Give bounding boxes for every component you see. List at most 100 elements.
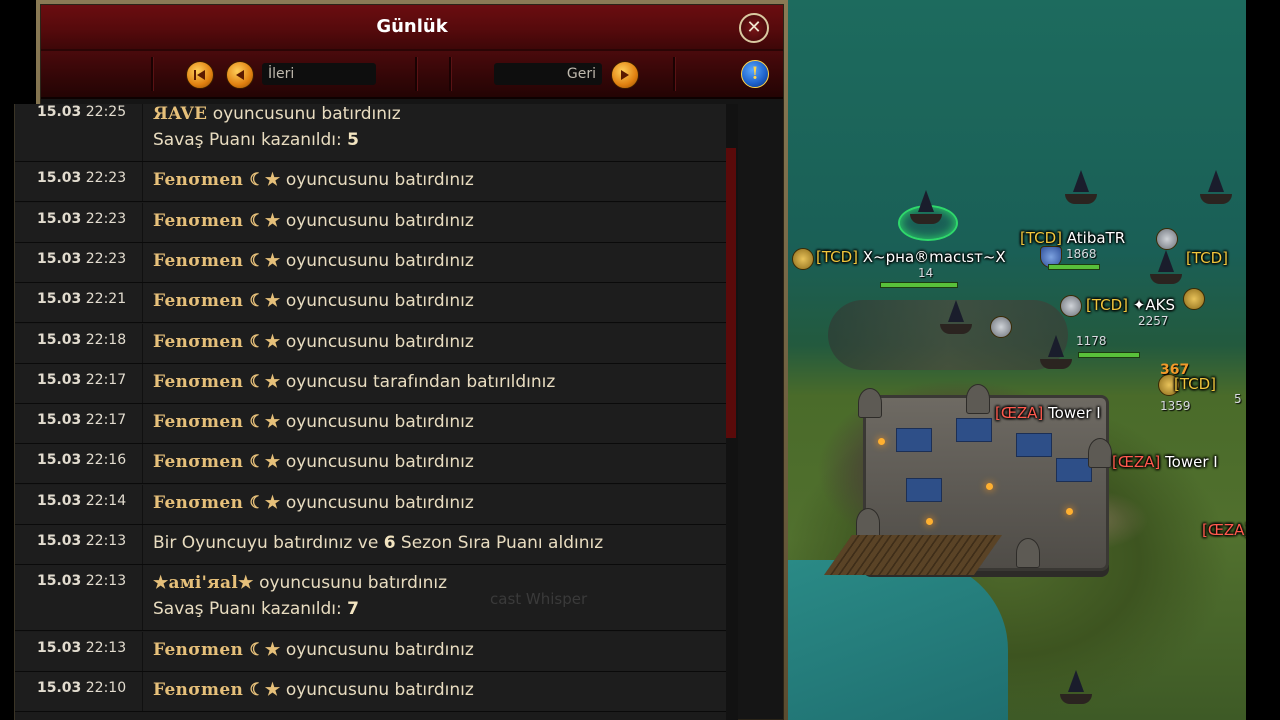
map-player-label[interactable]: [TCD] ✦AKS	[1086, 296, 1175, 314]
log-row: 15.03 22:13 Bir Oyuncuyu batırdınız ve 6 …	[15, 525, 727, 565]
player-name[interactable]: Fenσmen ☾★	[153, 412, 280, 432]
player-name[interactable]: Fenσmen ☾★	[153, 211, 280, 231]
forward-label: İleri	[262, 63, 376, 85]
log-text: oyuncusunu batırdınız	[253, 573, 448, 594]
log-row: 15.03 22:16 Fenσmen ☾★ oyuncusunu batırdı…	[15, 444, 727, 485]
log-row: 15.03 22:25 ЯAVE oyuncusunu batırdınız Sav…	[15, 104, 727, 162]
log-date: 15.03	[37, 492, 82, 509]
log-row: 15.03 22:23 Fenσmen ☾★ oyuncusunu batırdı…	[15, 162, 727, 203]
log-text: oyuncusunu batırdınız	[280, 291, 474, 312]
map-player-label[interactable]: [TCD] X~pнa®macιsт~X	[816, 248, 1006, 266]
log-timestamp: 15.03 22:18	[15, 323, 143, 363]
log-time: 22:13	[85, 573, 127, 590]
log-date: 15.03	[37, 210, 82, 227]
rank-badge-icon	[990, 316, 1012, 338]
player-name[interactable]: ★амi'яal★	[153, 573, 254, 593]
player-name[interactable]: Fenσmen ☾★	[153, 452, 280, 472]
log-list[interactable]: 15.03 22:25 ЯAVE oyuncusunu batırdınız Sav…	[14, 104, 727, 720]
player-name[interactable]: Fenσmen ☾★	[153, 680, 280, 700]
ship-level: 1868	[1066, 247, 1097, 261]
log-row: 15.03 22:10 Fenσmen ☾★ oyuncusunu batırdı…	[15, 671, 727, 712]
log-date: 15.03	[37, 104, 82, 120]
ship-icon[interactable]	[938, 300, 974, 334]
ship-level: 1359	[1160, 399, 1191, 413]
damage-number: 367	[1160, 362, 1190, 378]
ship-level: 1178	[1076, 334, 1107, 348]
log-row: 15.03 22:17 Fenσmen ☾★ oyuncusunu batırdı…	[15, 404, 727, 445]
log-row: 15.03 22:17 Fenσmen ☾★ oyuncusu tarafında…	[15, 363, 727, 404]
battle-points-label: Savaş Puanı kazanıldı:	[153, 599, 348, 620]
player-name[interactable]: Fenσmen ☾★	[153, 291, 280, 311]
log-timestamp: 15.03 22:17	[15, 363, 143, 403]
toolbar-divider	[415, 57, 418, 91]
arrow-right-icon	[621, 70, 629, 80]
log-timestamp: 15.03 22:23	[15, 162, 143, 202]
log-timestamp: 15.03 22:14	[15, 484, 143, 524]
log-time: 22:18	[85, 331, 127, 348]
hp-bar	[1048, 264, 1100, 270]
log-timestamp: 15.03 22:10	[15, 671, 143, 711]
battle-points-label: Savaş Puanı kazanıldı:	[153, 130, 348, 150]
log-date: 15.03	[37, 371, 82, 388]
first-page-icon	[194, 70, 205, 80]
log-row: 15.03 22:18 Fenσmen ☾★ oyuncusunu batırdı…	[15, 323, 727, 364]
hp-bar	[880, 282, 958, 288]
ship-icon[interactable]	[1198, 170, 1234, 204]
player-name[interactable]: Fenσmen ☾★	[153, 493, 280, 513]
log-text: oyuncusunu batırdınız	[280, 452, 474, 473]
log-time: 22:17	[85, 371, 127, 388]
log-date: 15.03	[37, 170, 82, 187]
player-name[interactable]: ЯAVE	[153, 104, 207, 124]
log-text-suffix: Sezon Sıra Puanı aldınız	[395, 533, 604, 553]
points-value: 6	[383, 533, 396, 553]
log-time: 22:21	[85, 291, 127, 308]
log-time: 22:14	[85, 492, 127, 509]
next-page-button[interactable]	[611, 61, 639, 89]
log-timestamp: 15.03 22:16	[15, 444, 143, 484]
log-timestamp: 15.03 22:13	[15, 631, 143, 671]
log-date: 15.03	[37, 331, 82, 348]
map-tower-label[interactable]: [ŒZA]	[1202, 521, 1246, 539]
scrollbar-thumb[interactable]	[726, 148, 736, 438]
ship-icon[interactable]	[908, 190, 944, 224]
ship-icon[interactable]	[1038, 335, 1074, 369]
window-title: Günlük	[376, 16, 448, 37]
log-date: 15.03	[37, 412, 82, 429]
close-button[interactable]: ✕	[739, 13, 769, 43]
guild-badge-icon	[792, 248, 814, 270]
log-time: 22:10	[85, 679, 127, 696]
ship-icon[interactable]	[1058, 670, 1094, 704]
previous-page-button[interactable]	[226, 61, 254, 89]
log-timestamp: 15.03 22:17	[15, 404, 143, 444]
pier	[823, 535, 1003, 575]
first-page-button[interactable]	[186, 61, 214, 89]
map-player-label[interactable]: [TCD] AtibaTR	[1020, 229, 1125, 247]
ship-icon[interactable]	[1063, 170, 1099, 204]
log-text: oyuncusunu batırdınız	[280, 250, 474, 271]
log-text: oyuncusunu batırdınız	[280, 331, 474, 352]
log-text: oyuncusunu batırdınız	[280, 412, 474, 433]
map-player-label[interactable]: [TCD]	[1186, 249, 1228, 267]
log-text: oyuncusu tarafından batırıldınız	[280, 371, 556, 392]
log-text: oyuncusunu batırdınız	[280, 492, 474, 513]
toolbar-divider	[151, 57, 154, 91]
log-time: 22:13	[85, 639, 127, 656]
player-name[interactable]: Fenσmen ☾★	[153, 251, 280, 271]
log-row: 15.03 22:13 ★амi'яal★ oyuncusunu batırdın…	[15, 565, 727, 632]
info-button[interactable]: !	[741, 60, 769, 88]
game-map[interactable]: [TCD] X~pнa®macιsт~X [TCD] AtibaTR [TCD]…	[788, 0, 1246, 720]
player-name[interactable]: Fenσmen ☾★	[153, 170, 280, 190]
ship-icon[interactable]	[1148, 250, 1184, 284]
player-name[interactable]: Fenσmen ☾★	[153, 332, 280, 352]
log-date: 15.03	[37, 250, 82, 267]
player-name[interactable]: Fenσmen ☾★	[153, 640, 280, 660]
map-tower-label[interactable]: [ŒZA] Tower I	[1112, 453, 1218, 471]
map-tower-label[interactable]: [ŒZA] Tower I	[995, 404, 1101, 422]
ship-level: 14	[918, 266, 934, 280]
chat-watermark: cast Whisper	[490, 590, 588, 608]
player-name[interactable]: Fenσmen ☾★	[153, 372, 280, 392]
log-time: 22:23	[85, 210, 127, 227]
rank-badge-icon	[1156, 228, 1178, 250]
log-timestamp: 15.03 22:13	[15, 565, 143, 631]
scrollbar[interactable]	[726, 104, 738, 720]
